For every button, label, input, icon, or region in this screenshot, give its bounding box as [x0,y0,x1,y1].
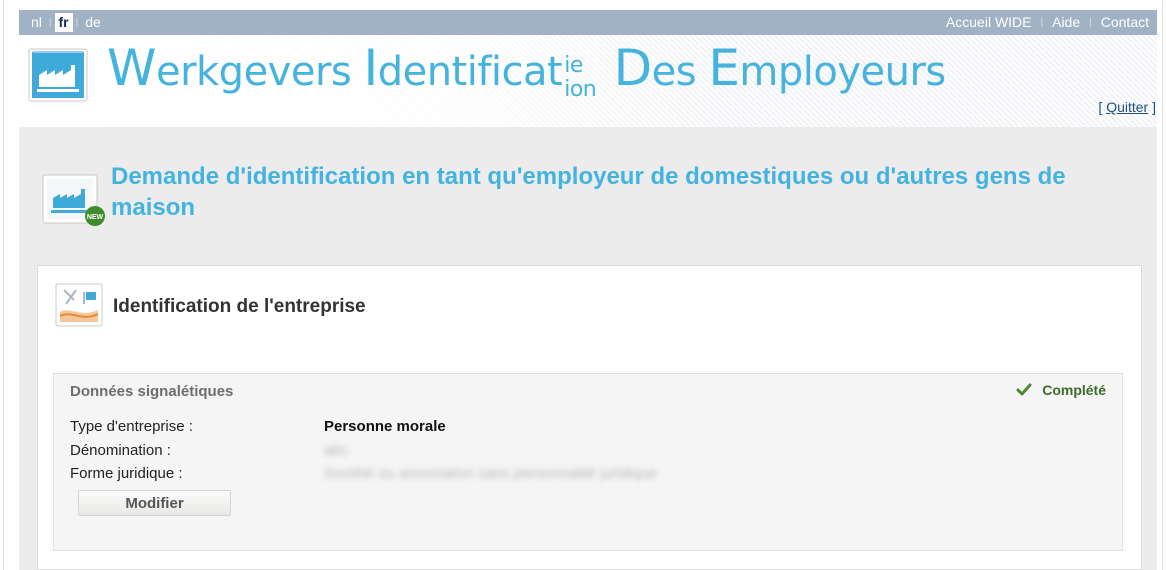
banner-title: Werkgevers Identificat ie ion Des Employeu… [107,39,946,101]
banner-title-text: es [651,49,709,95]
status-badge: Complété [1016,382,1106,398]
banner-title-suffix-bottom: ion [564,77,597,102]
link-separator: | [1089,17,1092,28]
map-document-icon [55,283,103,327]
quit-bracket-close: ] [1148,99,1156,115]
field-label: Type d'entreprise : [70,418,193,435]
contact-link[interactable]: Contact [1101,14,1149,31]
banner-title-initial: I [363,39,378,97]
browser-page: nl | fr | de Accueil WIDE | Aide | Conta… [0,0,1166,570]
modify-button[interactable]: Modifier [78,490,231,516]
field-label: Forme juridique : [70,465,183,482]
page-border-left [3,0,4,570]
main-content: NEW Demande d'identification en tant qu'… [19,127,1157,570]
field-value: Société ou association sans personnalité… [324,465,657,482]
page-border-right [1162,0,1163,570]
link-separator: | [1040,17,1044,28]
data-box-title: Données signalétiques [70,383,234,400]
banner-title-initial: E [708,39,740,97]
language-separator: | [75,17,79,28]
quit-link-wrapper: [ Quitter ] [1098,99,1156,115]
company-data-box: Données signalétiques Complété Type d'en… [53,373,1123,551]
home-wide-link[interactable]: Accueil WIDE [946,14,1032,31]
banner-title-text: mployeurs [739,49,946,95]
field-value: abc [324,442,349,459]
factory-new-icon: NEW [42,174,105,226]
site-banner: Werkgevers Identificat ie ion Des Employeu… [19,35,1157,127]
help-link[interactable]: Aide [1052,14,1080,31]
status-label: Complété [1042,382,1106,398]
field-value: Personne morale [324,418,446,435]
section-title: Identification de l'entreprise [113,296,366,317]
language-switcher: nl | fr | de [27,13,105,32]
language-de-link[interactable]: de [81,13,105,32]
field-label: Dénomination : [70,442,171,459]
language-fr-link[interactable]: fr [54,13,73,32]
factory-icon [28,48,88,102]
quit-link[interactable]: Quitter [1106,99,1148,115]
banner-title-initial: D [598,39,653,97]
banner-title-suffix-top: ie [564,53,583,78]
page-title: Demande d'identification en tant qu'empl… [111,163,1066,221]
language-nl-link[interactable]: nl [27,13,46,32]
banner-title-text: erkgevers [155,49,364,95]
banner-title-text: dentificat [377,49,563,95]
checkmark-icon [1016,383,1032,396]
top-links: Accueil WIDE | Aide | Contact [946,14,1149,31]
top-navigation-bar: nl | fr | de Accueil WIDE | Aide | Conta… [19,10,1157,35]
identification-card: Identification de l'entreprise Données s… [37,265,1142,570]
banner-title-suffix-stack: ie ion [562,47,598,101]
svg-text:NEW: NEW [87,214,104,221]
banner-title-initial: W [107,39,156,97]
language-separator: | [48,17,52,28]
